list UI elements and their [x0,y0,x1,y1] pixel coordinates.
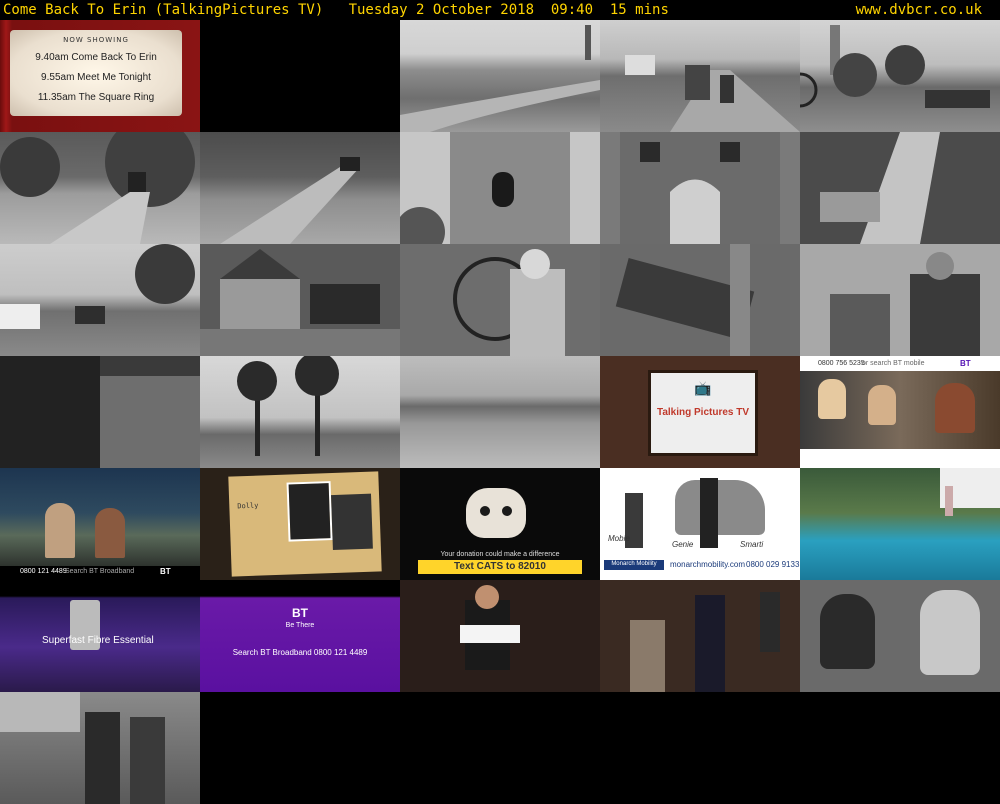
thumbnail-spinning-wheel[interactable] [400,244,600,356]
mobility-site: monarchmobility.com [670,560,745,569]
model-name: Genie [672,540,694,549]
bt-logo: BT [160,567,171,576]
bt-broadband-phone: 0800 121 4489 [20,568,67,575]
scene-barrel-close [0,356,200,468]
thumbnail-man-barrel[interactable] [0,356,200,468]
thumbnail-bt-broadband-ad[interactable]: 0800 121 4489 Search BT Broadband BT [0,468,200,580]
man-suit [695,595,725,692]
scene-road [400,25,600,132]
scene-spinning [453,249,565,356]
thumbnail-cart-trees[interactable] [0,132,200,244]
thumbnail-now-showing[interactable]: NOW SHOWING 9.40am Come Back To Erin 9.5… [0,20,200,132]
tv-icon: 📺 [694,381,712,397]
thumbnail-office-men[interactable] [400,580,600,692]
mobility-brand: Monarch Mobility [611,561,657,567]
thumbnail-bt-be-there-ad[interactable]: BT Be There Search BT Broadband 0800 121… [200,580,400,692]
header-bar: Come Back To Erin (TalkingPictures TV) T… [0,0,1000,20]
schedule-item: 9.40am Come Back To Erin [35,52,157,63]
be-there: Be There [285,622,315,629]
superfast-title: Superfast Fibre Essential [42,635,154,646]
car [675,480,765,535]
thumbnail-loom[interactable] [600,244,800,356]
now-showing-heading: NOW SHOWING [63,36,129,44]
thumbnail-grid: NOW SHOWING 9.40am Come Back To Erin 9.5… [0,20,1000,804]
schedule-item: 11.35am The Square Ring [37,92,155,103]
cinema-screen: 📺 Talking Pictures TV [648,370,758,456]
mobility-phone: 0800 029 9133 [746,560,800,569]
scene-path [220,157,360,244]
scene-cottage [200,249,400,356]
page-title: Come Back To Erin (TalkingPictures TV) T… [3,2,669,18]
man-hat [130,717,165,804]
man-passenger [920,590,980,675]
man-face [475,585,499,609]
thumbnail-village-road[interactable] [0,244,200,356]
thumbnail-stone-gate[interactable] [600,132,800,244]
scene-palms [237,356,339,456]
scene-gate [620,132,780,244]
bt-mobile-search: or search BT mobile [862,360,925,367]
scene-lighthouse [800,25,990,108]
talking-pictures-logo: Talking Pictures TV [656,407,750,418]
thumbnail-cats-protection-ad[interactable]: Your donation could make a difference Te… [400,468,600,580]
thumbnail-mobility-ad[interactable]: Mobie Genie Smarti Monarch Mobility mona… [600,468,800,580]
thumbnail-cat-folder-ad[interactable]: Dolly [200,468,400,580]
now-showing-card: NOW SHOWING 9.40am Come Back To Erin 9.5… [10,30,182,116]
girl-figure [45,503,75,558]
thumbnail-path-field[interactable] [200,132,400,244]
model-name: Mobie [608,534,630,543]
thumbnail-lake[interactable] [400,356,600,468]
scene-loom [615,244,755,356]
building-sign [0,692,80,732]
man-hat [85,712,120,804]
folder-name: Dolly [237,501,259,511]
cats-banner: Text CATS to 82010 [418,560,582,574]
paper [460,625,520,643]
scene-waterfall [820,132,940,244]
cats-text: Text CATS to 82010 [454,561,546,572]
girl-figure [95,508,125,558]
thumbnail-empty [200,20,400,132]
search-bt: Search BT Broadband 0800 121 4489 [232,648,368,657]
folder: Dolly [228,471,382,577]
thumbnail-men-hats[interactable] [0,692,200,804]
kitten [466,488,526,538]
cat-photo [331,493,373,551]
cats-caption: Your donation could make a difference [440,551,560,558]
person [945,486,953,516]
scene-trees [0,132,195,244]
woman [630,620,665,692]
scene-tower [400,132,570,244]
schedule-item: 9.55am Meet Me Tonight [41,72,151,83]
thumbnail-horses-road[interactable] [600,20,800,132]
thumbnail-phone-call[interactable] [800,580,1000,692]
scene-village [0,244,195,329]
thumbnail-superfast-fibre-ad[interactable]: Superfast Fibre Essential [0,580,200,692]
model-name: Smarti [740,540,764,549]
thumbnail-round-tower[interactable] [400,132,600,244]
bt-mobile-phone: 0800 756 5235 [818,360,865,367]
family-car-photo [800,371,1000,449]
bt-logo: BT [960,359,971,368]
thumbnail-countryside[interactable] [400,20,600,132]
thumbnail-cart-lighthouse[interactable] [800,20,1000,132]
scene-horses [625,55,800,132]
thumbnail-palm-trees[interactable] [200,356,400,468]
thumbnail-pool[interactable] [800,468,1000,580]
thumbnail-office-woman[interactable] [600,580,800,692]
thumbnail-barrel-man[interactable] [800,244,1000,356]
thumbnail-talking-pictures-ad[interactable]: 📺 Talking Pictures TV [600,356,800,468]
bt-broadband-search: Search BT Broadband [65,568,135,575]
mobility-logo: Monarch Mobility [604,560,664,570]
cat-photo [286,481,333,542]
thumbnail-cottage-geese[interactable] [200,244,400,356]
site-link[interactable]: www.dvbcr.co.uk [856,0,982,20]
person [700,478,718,548]
scene-barrel [830,252,980,356]
man-suit [760,592,780,652]
man-phone [820,594,875,669]
thumbnail-bt-mobile-ad[interactable]: 0800 756 5235 or search BT mobile BT [800,356,1000,468]
bt-logo: BT [292,606,308,620]
thumbnail-waterfall[interactable] [800,132,1000,244]
